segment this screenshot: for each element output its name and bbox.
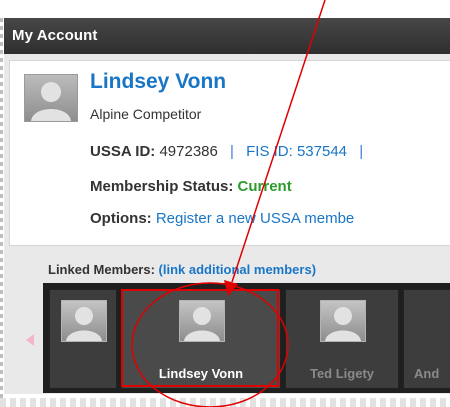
membership-status-label: Membership Status: [90, 178, 234, 195]
member-name: Lindsey Vonn [158, 366, 244, 381]
member-name: And [414, 366, 440, 381]
linked-members-label: Linked Members: [48, 262, 155, 277]
id-row: USSA ID: 4972386 | FIS ID: 537544 | [90, 143, 371, 160]
avatar-silhouette-icon [66, 307, 102, 341]
linked-members-heading: Linked Members: (link additional members… [48, 262, 316, 277]
separator: | [230, 143, 234, 160]
membership-status-row: Membership Status: Current [90, 178, 292, 195]
profile-avatar [24, 74, 78, 122]
member-name: Ted Ligety [309, 366, 375, 381]
ussa-id-value: 4972386 [159, 143, 218, 160]
linked-member-tile[interactable]: Ted Ligety [285, 289, 399, 389]
torn-left-edge [0, 18, 3, 398]
account-header: My Account [4, 18, 450, 54]
link-additional-members-link[interactable]: (link additional members) [159, 262, 316, 277]
member-avatar [320, 300, 366, 342]
avatar-silhouette-icon [31, 82, 71, 121]
membership-status-value: Current [237, 178, 292, 195]
member-avatar [61, 300, 107, 342]
torn-bottom-edge [0, 398, 450, 407]
carousel-prev-icon[interactable] [26, 334, 34, 346]
avatar-silhouette-icon [325, 307, 361, 341]
linked-member-tile[interactable]: And [403, 289, 450, 389]
member-avatar [179, 300, 225, 342]
linked-member-tile-selected[interactable]: Lindsey Vonn [121, 289, 281, 389]
register-membership-link[interactable]: Register a new USSA membe [156, 210, 354, 227]
separator: | [359, 143, 364, 160]
page-title: My Account [12, 27, 98, 44]
linked-member-tile[interactable] [49, 289, 117, 389]
options-row: Options: Register a new USSA membe [90, 210, 354, 227]
member-name-link[interactable]: Lindsey Vonn [90, 70, 226, 94]
fis-id-link[interactable]: FIS ID: 537544 [246, 143, 347, 160]
account-window: My Account Lindsey Vonn Alpine Competito… [0, 0, 450, 407]
member-subtitle: Alpine Competitor [90, 106, 202, 122]
avatar-silhouette-icon [184, 307, 220, 341]
ussa-id-label: USSA ID: [90, 143, 156, 160]
options-label: Options: [90, 210, 152, 227]
